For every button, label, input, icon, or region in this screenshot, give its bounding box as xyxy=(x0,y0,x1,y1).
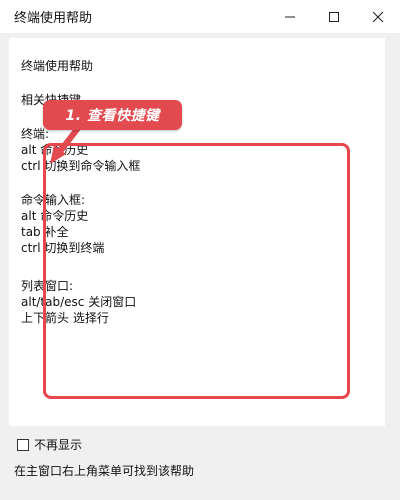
dont-show-again-checkbox[interactable] xyxy=(17,438,29,451)
minimize-button[interactable] xyxy=(268,0,312,33)
close-button[interactable] xyxy=(356,0,400,33)
callout-text: 1. 查看快捷键 xyxy=(65,108,160,124)
help-heading: 终端使用帮助 xyxy=(21,59,94,73)
shortcut-highlight-box xyxy=(43,143,350,399)
help-window: 终端使用帮助 终端使用帮助 相关快捷键 终端: al xyxy=(0,0,400,500)
minimize-icon xyxy=(285,16,295,17)
maximize-button[interactable] xyxy=(312,0,356,33)
maximize-icon xyxy=(329,11,339,22)
title-bar[interactable]: 终端使用帮助 xyxy=(0,0,400,33)
dont-show-again-label[interactable]: 不再显示 xyxy=(34,436,82,453)
help-location-hint: 在主窗口右上角菜单可找到该帮助 xyxy=(14,464,195,478)
close-icon xyxy=(372,11,384,22)
window-controls xyxy=(268,0,400,33)
annotation-callout: 1. 查看快捷键 xyxy=(43,100,182,130)
dont-show-again-checkbox-row[interactable]: 不再显示 xyxy=(17,436,82,453)
window-title: 终端使用帮助 xyxy=(14,11,93,26)
